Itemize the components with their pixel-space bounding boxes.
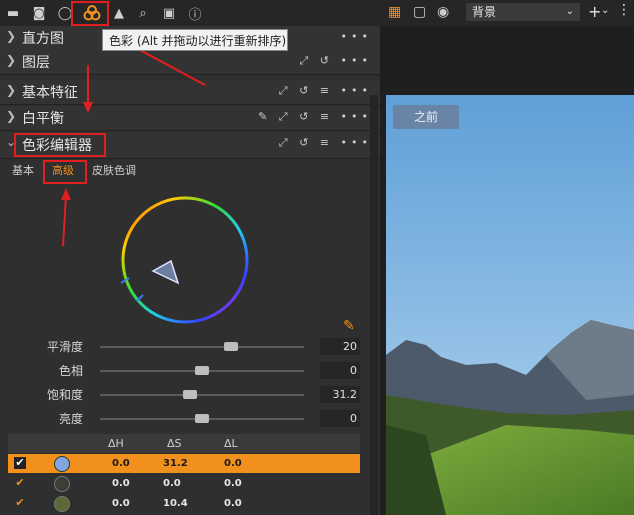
cell-dl: 0.0 [224, 498, 242, 509]
cell-dh: 0.0 [112, 498, 130, 509]
header-dh: ΔH [108, 437, 124, 450]
cell-ds: 0.0 [163, 478, 181, 489]
slider-knob[interactable] [195, 414, 209, 423]
color-picker-marker[interactable] [151, 259, 180, 285]
color-swatch [54, 496, 70, 512]
header-ds: ΔS [167, 437, 182, 450]
slider-track[interactable] [100, 346, 304, 348]
add-layer-icon[interactable]: + [588, 2, 601, 21]
slider-knob[interactable] [223, 342, 238, 351]
slider-label: 平滑度 [46, 340, 83, 354]
slider-value[interactable]: 0 [320, 362, 360, 379]
grid-view-icon[interactable]: ▦ [388, 4, 401, 20]
chevron-down-icon: ⌄ [565, 6, 574, 17]
table-row[interactable]: ✔ 0.0 10.4 0.0 [8, 494, 360, 513]
table-row[interactable]: ✔ 0.0 31.2 0.0 [8, 454, 360, 473]
more-icon[interactable]: ⋮ [617, 2, 631, 18]
slider-track[interactable] [100, 394, 304, 396]
row-checkbox[interactable]: ✔ [14, 477, 26, 489]
color-swatch [54, 476, 70, 492]
cell-dh: 0.0 [112, 478, 130, 489]
scrollbar[interactable] [370, 95, 378, 515]
row-checkbox[interactable]: ✔ [14, 497, 26, 509]
cell-dl: 0.0 [224, 478, 242, 489]
before-label[interactable]: 之前 [393, 105, 459, 129]
tooltip: 色彩 (Alt 并拖动以进行重新排序) [102, 29, 288, 51]
table-header [8, 434, 360, 453]
cell-dh: 0.0 [112, 458, 130, 469]
viewer-toolbar: ▦ ▢ ◉ 背景 ⌄ + ⌄ ⋮ [380, 0, 634, 26]
slider-value[interactable]: 31.2 [320, 386, 360, 403]
table-row[interactable]: ✔ 0.0 0.0 0.0 [8, 474, 360, 493]
row-checkbox[interactable]: ✔ [14, 457, 26, 469]
slider-label: 亮度 [58, 412, 83, 426]
slider-value[interactable]: 0 [320, 410, 360, 427]
cell-dl: 0.0 [224, 458, 242, 469]
single-view-icon[interactable]: ▢ [413, 4, 426, 20]
eye-icon[interactable]: ◉ [437, 4, 449, 20]
eyedropper-icon[interactable]: ✎ [343, 318, 355, 334]
slider-value[interactable]: 20 [320, 338, 360, 355]
color-swatch [54, 456, 70, 472]
photo-preview [386, 95, 634, 515]
cell-ds: 31.2 [163, 458, 188, 469]
slider-label: 色相 [58, 364, 83, 378]
cell-ds: 10.4 [163, 498, 188, 509]
color-wheel[interactable] [115, 193, 255, 328]
chevron-down-icon[interactable]: ⌄ [601, 5, 609, 16]
header-dl: ΔL [224, 437, 238, 450]
slider-knob[interactable] [182, 390, 197, 399]
layer-select[interactable]: 背景 ⌄ [466, 3, 580, 21]
slider-label: 饱和度 [46, 388, 83, 402]
slider-knob[interactable] [195, 366, 209, 375]
layer-select-value: 背景 [472, 5, 497, 19]
